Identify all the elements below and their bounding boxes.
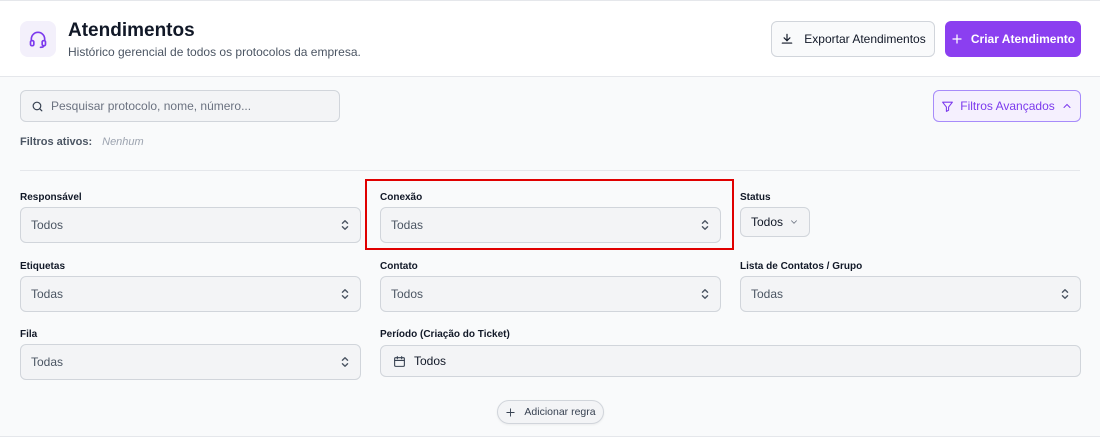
contato-label: Contato bbox=[380, 261, 418, 272]
search-icon bbox=[32, 101, 43, 111]
search-input[interactable] bbox=[51, 99, 331, 113]
page-header: Atendimentos Histórico gerencial de todo… bbox=[0, 1, 1100, 77]
status-select[interactable]: Todos bbox=[740, 207, 810, 237]
periodo-value: Todos bbox=[414, 354, 447, 368]
active-filters-label: Filtros ativos: bbox=[20, 136, 93, 148]
conexao-label: Conexão bbox=[380, 192, 423, 203]
chevron-up-down-icon bbox=[340, 219, 350, 231]
export-atendimentos-button[interactable]: Exportar Atendimentos bbox=[771, 21, 935, 57]
chevron-down-icon bbox=[791, 220, 797, 224]
download-icon bbox=[782, 33, 793, 44]
advanced-filters-label: Filtros Avançados bbox=[960, 99, 1055, 113]
create-atendimento-button[interactable]: Criar Atendimento bbox=[945, 21, 1081, 57]
divider bbox=[20, 170, 1080, 171]
export-button-label: Exportar Atendimentos bbox=[804, 32, 926, 46]
chevron-up-down-icon bbox=[700, 288, 710, 300]
conexao-value: Todas bbox=[391, 218, 424, 232]
responsavel-select[interactable]: Todos bbox=[20, 207, 361, 243]
contato-select[interactable]: Todos bbox=[380, 276, 721, 312]
lista-contatos-value: Todas bbox=[751, 287, 784, 301]
lista-contatos-label: Lista de Contatos / Grupo bbox=[740, 261, 863, 272]
add-rule-label: Adicionar regra bbox=[524, 406, 596, 418]
filters-panel: Filtros Avançados Filtros ativos: Nenhum… bbox=[0, 77, 1100, 437]
conexao-select[interactable]: Todas bbox=[380, 207, 721, 243]
active-filters: Filtros ativos: Nenhum bbox=[20, 136, 144, 148]
chevron-up-down-icon bbox=[700, 219, 710, 231]
etiquetas-select[interactable]: Todas bbox=[20, 276, 361, 312]
page-title: Atendimentos bbox=[68, 20, 195, 41]
etiquetas-label: Etiquetas bbox=[20, 261, 66, 272]
status-value: Todos bbox=[751, 215, 784, 229]
etiquetas-value: Todas bbox=[31, 287, 64, 301]
periodo-label: Período (Criação do Ticket) bbox=[380, 329, 510, 340]
responsavel-value: Todos bbox=[31, 218, 64, 232]
calendar-icon bbox=[394, 355, 405, 367]
chevron-up-down-icon bbox=[1060, 288, 1070, 300]
plus-icon bbox=[506, 407, 516, 417]
fila-select[interactable]: Todas bbox=[20, 344, 361, 380]
contato-value: Todos bbox=[391, 287, 424, 301]
advanced-filters-button[interactable]: Filtros Avançados bbox=[933, 90, 1081, 122]
status-label: Status bbox=[740, 192, 771, 203]
add-rule-button[interactable]: Adicionar regra bbox=[497, 400, 604, 424]
filter-icon bbox=[942, 101, 954, 112]
chevron-up-down-icon bbox=[340, 356, 350, 368]
fila-label: Fila bbox=[20, 329, 38, 340]
active-filters-value: Nenhum bbox=[102, 136, 144, 148]
plus-icon bbox=[952, 34, 962, 44]
page-subtitle: Histórico gerencial de todos os protocol… bbox=[68, 45, 361, 59]
lista-contatos-select[interactable]: Todas bbox=[740, 276, 1081, 312]
atendimentos-page: Atendimentos Histórico gerencial de todo… bbox=[0, 0, 1100, 440]
chevron-up-icon bbox=[1063, 103, 1071, 108]
responsavel-label: Responsável bbox=[20, 192, 82, 203]
headset-icon bbox=[20, 21, 56, 57]
search-box bbox=[20, 90, 340, 122]
chevron-up-down-icon bbox=[340, 288, 350, 300]
create-button-label: Criar Atendimento bbox=[970, 32, 1076, 46]
periodo-picker[interactable]: Todos bbox=[380, 345, 1081, 377]
fila-value: Todas bbox=[31, 355, 64, 369]
